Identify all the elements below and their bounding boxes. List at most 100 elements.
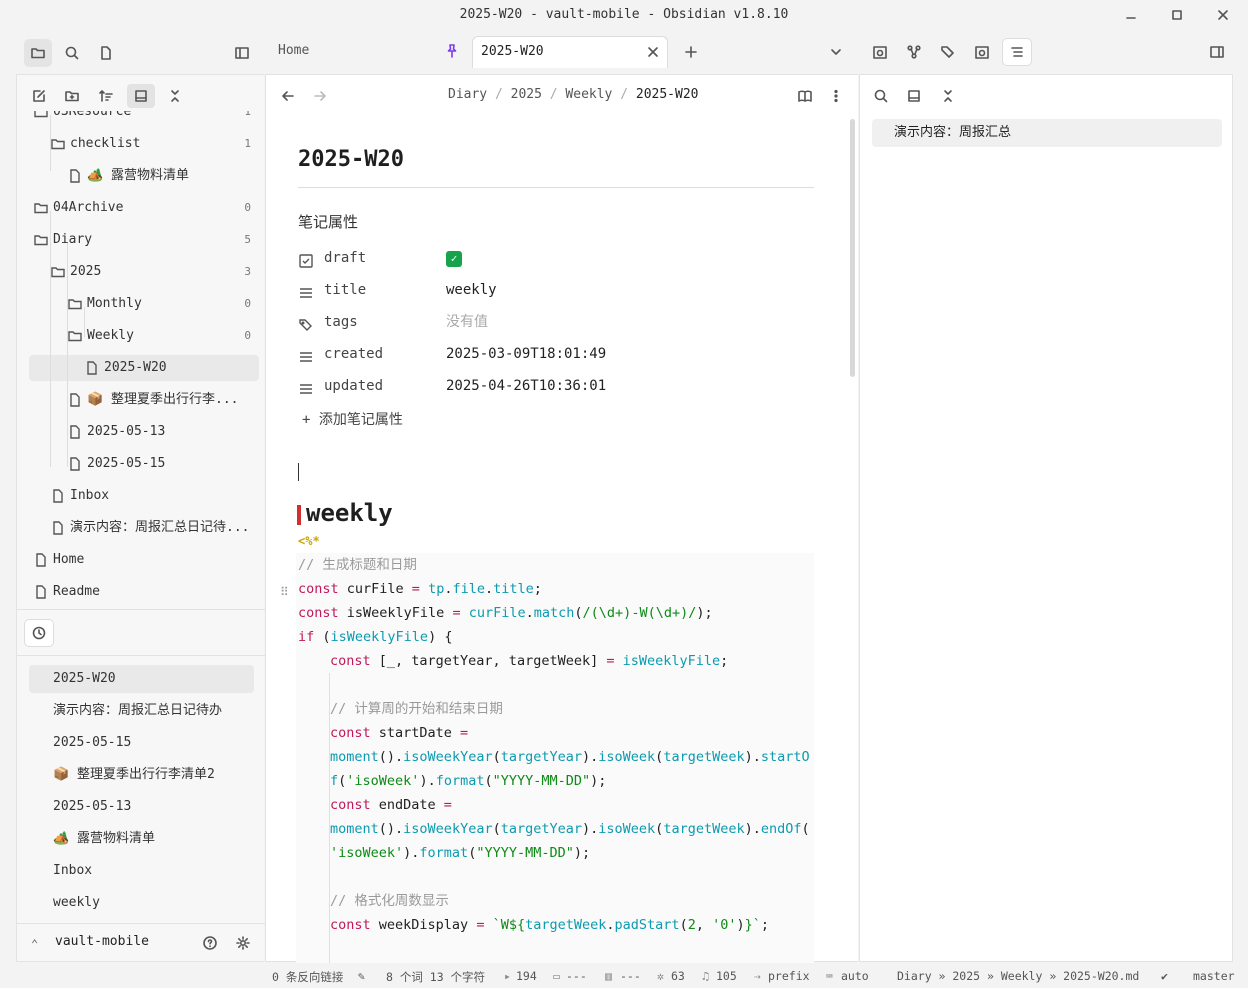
tree-item[interactable]: 🏕️ 露营物料清单 [29,163,259,189]
stat-2: --- [566,969,587,983]
tree-item[interactable]: Inbox [29,483,259,509]
breadcrumb-weekly[interactable]: Weekly [565,87,612,102]
tree-item-label: 2025 [70,264,102,279]
property-row[interactable]: updated 2025-04-26T10:36:01 [298,371,818,401]
outline-collapse-icon[interactable] [936,84,960,108]
property-row[interactable]: tags 没有值 [298,307,818,337]
sort-icon[interactable] [94,84,118,108]
tree-item[interactable]: Monthly 0 [29,291,259,317]
right-sidebar-toggle-icon[interactable] [1205,40,1229,64]
recent-item[interactable]: 🏕️ 露营物料清单 [29,825,254,853]
chevron-down-icon[interactable] [824,40,848,64]
tab-close-icon[interactable] [641,40,665,64]
recent-files-icon[interactable] [24,619,54,647]
property-row[interactable]: draft ✓ [298,243,818,273]
more-options-icon[interactable] [824,84,848,108]
calendar-icon[interactable] [970,40,994,64]
editor-scrollbar[interactable] [850,119,855,377]
pin-icon[interactable] [440,39,464,63]
recent-item[interactable]: 2025-05-13 [29,793,254,821]
outline-view-icon[interactable] [902,84,926,108]
property-value[interactable]: 2025-04-26T10:36:01 [446,371,606,401]
settings-gear-icon[interactable] [231,931,255,955]
tree-item[interactable]: 2025-05-13 [29,419,259,445]
graph-icon[interactable] [902,40,926,64]
search-icon[interactable] [60,41,84,65]
tree-item[interactable]: 演示内容：周报汇总日记待... [29,515,259,541]
new-folder-icon[interactable] [60,84,84,108]
sidebar-toggle-icon[interactable] [230,41,254,65]
backlinks-count[interactable]: 0 条反向链接 [272,969,343,985]
note-heading[interactable]: weekly [306,499,393,527]
property-value[interactable]: 2025-03-09T18:01:49 [446,339,606,369]
add-property-label: 添加笔记属性 [318,412,403,428]
tree-item-label: 演示内容：周报汇总日记待... [70,520,250,535]
property-value[interactable]: ✓ [446,243,462,273]
close-window-icon[interactable] [1212,4,1234,26]
properties-heading[interactable]: 笔记属性 [298,211,358,232]
files-icon[interactable] [24,39,52,67]
recent-item[interactable]: 2025-W20 [29,665,254,693]
calendar-clock-icon[interactable] [868,40,892,64]
property-key[interactable]: tags [324,307,358,337]
property-key[interactable]: title [324,275,366,305]
breadcrumb-diary[interactable]: Diary [448,87,487,102]
add-property-button[interactable]: + 添加笔记属性 [302,409,403,429]
auto-label[interactable]: auto [841,969,869,983]
bookmark-file-icon[interactable] [94,41,118,65]
note-title[interactable]: 2025-W20 [298,147,404,172]
minimize-icon[interactable] [1120,4,1142,26]
prefix-label[interactable]: prefix [768,969,810,983]
tab-active[interactable]: 2025-W20 [472,36,668,68]
tree-item[interactable]: Readme [29,579,259,605]
maximize-icon[interactable] [1166,4,1188,26]
drag-handle-icon[interactable]: ⠿ [280,585,289,599]
folder-icon [67,296,83,312]
tree-item[interactable]: Diary 5 [29,227,259,253]
outline-item[interactable]: 演示内容：周报汇总 [872,119,1222,147]
property-row[interactable]: title weekly [298,275,818,305]
forward-arrow-icon[interactable] [308,84,332,108]
breadcrumb-2025[interactable]: 2025 [511,87,542,102]
outline-icon[interactable] [1002,38,1032,66]
recent-item[interactable]: 2025-05-15 [29,729,254,757]
tab-home[interactable]: Home [268,34,448,68]
property-value[interactable]: 没有值 [446,307,488,337]
draft-checked-icon[interactable]: ✓ [446,251,462,267]
property-key[interactable]: draft [324,243,366,273]
edit-icon[interactable]: ✎ [358,969,365,983]
auto-reveal-icon[interactable] [127,84,155,108]
tree-item[interactable]: 📦 整理夏季出行行李... [29,387,259,413]
tags-icon[interactable] [936,40,960,64]
reading-view-icon[interactable] [793,84,817,108]
new-note-icon[interactable] [27,84,51,108]
property-row[interactable]: created 2025-03-09T18:01:49 [298,339,818,369]
tree-item[interactable]: 03Resource 1 [29,111,259,125]
property-key[interactable]: updated [324,371,383,401]
vault-switch-icon[interactable]: ⌃ [31,937,38,951]
tree-item[interactable]: 04Archive 0 [29,195,259,221]
tag-icon [298,314,314,331]
recent-item[interactable]: weekly [29,889,254,917]
file-icon [67,392,83,408]
tree-item[interactable]: 2025 3 [29,259,259,285]
git-branch[interactable]: master [1193,969,1235,983]
tree-item[interactable]: 2025-W20 [29,355,259,381]
property-value[interactable]: weekly [446,275,497,305]
tree-item[interactable]: Weekly 0 [29,323,259,349]
collapse-all-icon[interactable] [163,84,187,108]
vault-name[interactable]: vault-mobile [55,934,149,949]
tree-item[interactable]: checklist 1 [29,131,259,157]
back-arrow-icon[interactable] [276,84,300,108]
property-key[interactable]: created [324,339,383,369]
help-icon[interactable] [198,931,222,955]
new-tab-icon[interactable] [679,40,703,64]
outline-search-icon[interactable] [869,84,893,108]
stat-1: 194 [516,969,537,983]
tree-item[interactable]: Home [29,547,259,573]
window-title-bar: 2025-W20 - vault-mobile - Obsidian v1.8.… [0,0,1248,30]
tree-item[interactable]: 2025-05-15 [29,451,259,477]
recent-item[interactable]: Inbox [29,857,254,885]
recent-item[interactable]: 演示内容：周报汇总日记待办 [29,697,254,725]
recent-item[interactable]: 📦 整理夏季出行行李清单2 [29,761,254,789]
